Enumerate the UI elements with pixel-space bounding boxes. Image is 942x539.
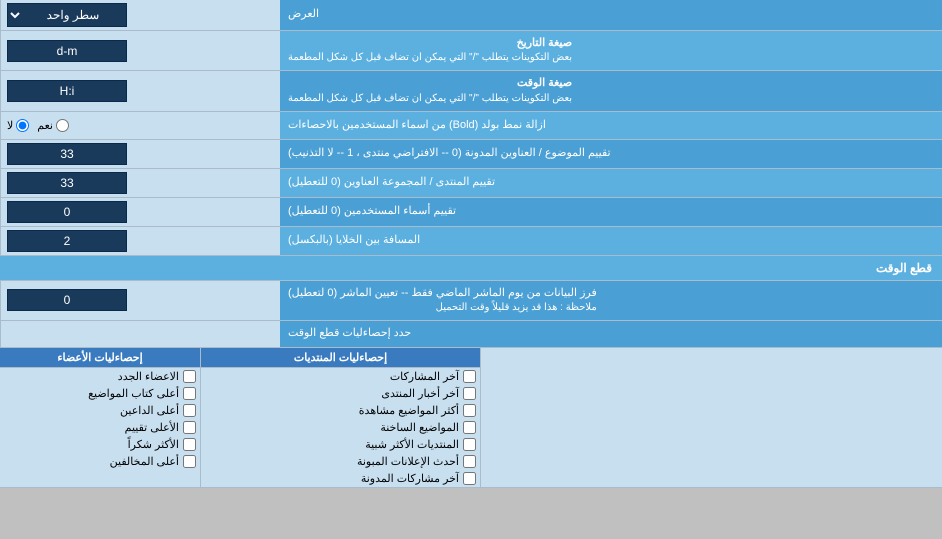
cell-gap-input[interactable] (7, 230, 127, 252)
cell-gap-control (0, 227, 280, 255)
checkbox-col1-items-5[interactable] (183, 455, 196, 468)
display-mode-control: سطر واحد (0, 0, 280, 30)
stats-members-items: الاعضاء الجددأعلى كتاب المواضيعأعلى الدا… (0, 368, 200, 470)
stats-members-header: إحصاءليات الأعضاء (0, 348, 200, 368)
topics-sort-row: تقييم الموضوع / العناوين المدونة (0 -- ا… (0, 140, 942, 169)
time-format-label: صيغة الوقت بعض التكوينات يتطلب "/" التي … (280, 71, 942, 110)
stats-forums-items: آخر المشاركاتآخر أخبار المنتدىأكثر الموا… (201, 368, 480, 487)
stats-members-col: إحصاءليات الأعضاء الاعضاء الجددأعلى كتاب… (0, 348, 200, 487)
list-item: المنتديات الأكثر شبية (201, 436, 480, 453)
checkbox-col2-items-0[interactable] (463, 370, 476, 383)
main-container: العرض سطر واحد صيغة التاريخ بعض التكوينا… (0, 0, 942, 488)
users-sort-label: تقييم أسماء المستخدمين (0 للتعطيل) (280, 198, 942, 226)
date-format-label: صيغة التاريخ بعض التكوينات يتطلب "/" الت… (280, 31, 942, 70)
time-cut-row: فرز البيانات من يوم الماشر الماضي فقط --… (0, 281, 942, 321)
stats-forums-header: إحصاءليات المنتديات (201, 348, 480, 368)
time-format-input[interactable] (7, 80, 127, 102)
display-mode-select[interactable]: سطر واحد (7, 3, 127, 27)
cell-gap-row: المسافة بين الخلايا (بالبكسل) (0, 227, 942, 256)
date-format-control (0, 31, 280, 70)
users-sort-input[interactable] (7, 201, 127, 223)
forum-sort-row: تقييم المنتدى / المجموعة العناوين (0 للت… (0, 169, 942, 198)
checkbox-col1-items-3[interactable] (183, 421, 196, 434)
list-item: أعلى كتاب المواضيع (0, 385, 200, 402)
date-format-row: صيغة التاريخ بعض التكوينات يتطلب "/" الت… (0, 31, 942, 71)
forum-sort-label: تقييم المنتدى / المجموعة العناوين (0 للت… (280, 169, 942, 197)
list-item: آخر مشاركات المدونة (201, 470, 480, 487)
forum-sort-input[interactable] (7, 172, 127, 194)
display-mode-row: العرض سطر واحد (0, 0, 942, 31)
bold-remove-control: نعم لا (0, 112, 280, 139)
list-item: الأكثر شكراً (0, 436, 200, 453)
list-item: أعلى الداعين (0, 402, 200, 419)
users-sort-control (0, 198, 280, 226)
list-item: الأعلى تقييم (0, 419, 200, 436)
stats-apply-label: حدد إحصاءليات قطع الوقت (280, 321, 942, 346)
time-cut-label: فرز البيانات من يوم الماشر الماضي فقط --… (280, 281, 942, 320)
list-item: أكثر المواضيع مشاهدة (201, 402, 480, 419)
stats-forums-col: إحصاءليات المنتديات آخر المشاركاتآخر أخب… (200, 348, 480, 487)
checkbox-col1-items-1[interactable] (183, 387, 196, 400)
bold-remove-row: ازالة نمط بولد (Bold) من اسماء المستخدمي… (0, 112, 942, 140)
list-item: المواضيع الساخنة (201, 419, 480, 436)
checkbox-col1-items-2[interactable] (183, 404, 196, 417)
forum-sort-control (0, 169, 280, 197)
list-item: الاعضاء الجدد (0, 368, 200, 385)
list-item: أعلى المخالفين (0, 453, 200, 470)
checkbox-col2-items-1[interactable] (463, 387, 476, 400)
checkbox-col2-items-4[interactable] (463, 438, 476, 451)
topics-sort-input[interactable] (7, 143, 127, 165)
time-format-row: صيغة الوقت بعض التكوينات يتطلب "/" التي … (0, 71, 942, 111)
bold-radio-group: نعم لا (7, 119, 69, 132)
stats-apply-row: حدد إحصاءليات قطع الوقت (0, 321, 942, 347)
bold-no-label[interactable]: لا (7, 119, 29, 132)
checkbox-col2-items-3[interactable] (463, 421, 476, 434)
checkbox-col1-items-0[interactable] (183, 370, 196, 383)
display-mode-label: العرض (280, 0, 942, 30)
bold-yes-radio[interactable] (56, 119, 69, 132)
list-item: أحدث الإعلانات المبونة (201, 453, 480, 470)
stats-bottom-area: إحصاءليات المنتديات آخر المشاركاتآخر أخب… (0, 348, 942, 488)
time-format-control (0, 71, 280, 110)
list-item: آخر أخبار المنتدى (201, 385, 480, 402)
stats-apply-control (0, 321, 280, 346)
checkbox-col2-items-2[interactable] (463, 404, 476, 417)
checkbox-col2-items-6[interactable] (463, 472, 476, 485)
cell-gap-label: المسافة بين الخلايا (بالبكسل) (280, 227, 942, 255)
bold-yes-label[interactable]: نعم (37, 119, 69, 132)
time-cut-header: قطع الوقت (0, 256, 942, 281)
date-format-input[interactable] (7, 40, 127, 62)
topics-sort-label: تقييم الموضوع / العناوين المدونة (0 -- ا… (280, 140, 942, 168)
bold-no-radio[interactable] (16, 119, 29, 132)
users-sort-row: تقييم أسماء المستخدمين (0 للتعطيل) (0, 198, 942, 227)
checkbox-col2-items-5[interactable] (463, 455, 476, 468)
checkbox-col1-items-4[interactable] (183, 438, 196, 451)
bold-remove-label: ازالة نمط بولد (Bold) من اسماء المستخدمي… (280, 112, 942, 139)
stats-desc-col (480, 348, 942, 487)
list-item: آخر المشاركات (201, 368, 480, 385)
time-cut-input[interactable] (7, 289, 127, 311)
time-cut-control (0, 281, 280, 320)
topics-sort-control (0, 140, 280, 168)
